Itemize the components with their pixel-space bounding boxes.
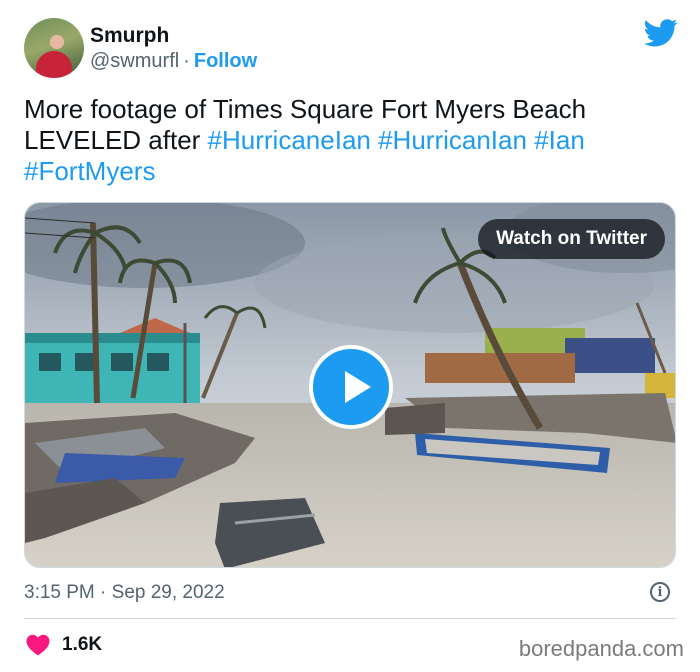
follow-button[interactable]: Follow [194, 50, 257, 72]
divider [24, 618, 676, 619]
hashtag-link[interactable]: #HurricanIan [378, 125, 527, 155]
play-icon [345, 371, 371, 403]
tweet-timestamp[interactable]: 3:15 PM · Sep 29, 2022 [24, 582, 225, 604]
watermark: boredpanda.com [518, 636, 684, 661]
twitter-bird-icon[interactable] [644, 18, 678, 48]
info-icon[interactable]: i [650, 582, 670, 602]
hashtag-link[interactable]: #FortMyers [24, 156, 155, 186]
play-button[interactable] [309, 345, 393, 429]
heart-icon[interactable] [26, 634, 50, 656]
tweet-card: Smurph @swmurfl · Follow More footage of T… [0, 0, 700, 672]
author-handle-line: @swmurfl · Follow [90, 50, 257, 73]
avatar[interactable] [24, 18, 84, 78]
tweet-text: More footage of Times Square Fort Myers … [24, 94, 664, 187]
author-handle[interactable]: @swmurfl [90, 50, 179, 72]
like-count[interactable]: 1.6K [62, 634, 102, 656]
video-thumbnail[interactable]: Watch on Twitter [24, 202, 676, 568]
watch-on-twitter-button[interactable]: Watch on Twitter [478, 219, 665, 259]
author-name[interactable]: Smurph [90, 24, 169, 48]
hashtag-link[interactable]: #Ian [534, 125, 585, 155]
hashtag-link[interactable]: #HurricaneIan [208, 125, 371, 155]
separator: · [183, 50, 190, 72]
